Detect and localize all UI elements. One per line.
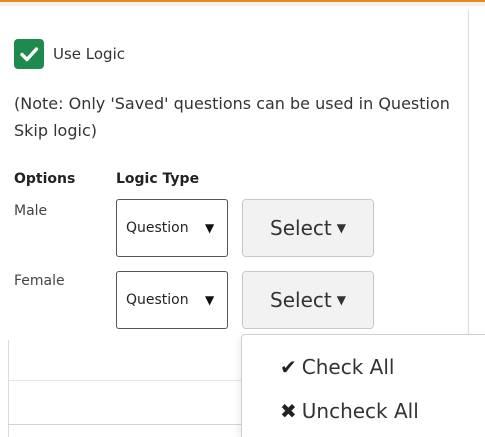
logic-type-select-male[interactable]: Question ▼: [116, 199, 228, 257]
panel-divider-left: [8, 340, 9, 437]
option-label-male: Male: [14, 203, 48, 219]
row-divider: [8, 380, 248, 381]
use-logic-checkbox[interactable]: [14, 39, 44, 69]
use-logic-toggle[interactable]: Use Logic: [14, 39, 125, 69]
option-label-female: Female: [14, 273, 65, 289]
uncheck-all-label: Uncheck All: [301, 399, 419, 423]
check-icon: ✔: [280, 355, 297, 379]
options-header: Options: [14, 171, 76, 187]
select-question-button-female[interactable]: Select ▼: [242, 271, 374, 329]
x-icon: ✖: [280, 399, 297, 423]
caret-down-icon: ▼: [336, 293, 346, 307]
dropdown-arrow-icon: ▼: [205, 221, 215, 235]
checkmark-icon: [20, 47, 39, 62]
select-dropdown-menu: ✔ Check All ✖ Uncheck All: [241, 334, 485, 437]
top-border: [0, 0, 485, 6]
row-divider: [8, 424, 248, 425]
panel-divider: [468, 10, 469, 340]
uncheck-all-item[interactable]: ✖ Uncheck All: [280, 399, 419, 423]
use-logic-label: Use Logic: [53, 45, 125, 63]
select-question-button-male[interactable]: Select ▼: [242, 199, 374, 257]
dropdown-arrow-icon: ▼: [205, 293, 215, 307]
select-button-label: Select: [270, 288, 332, 312]
check-all-item[interactable]: ✔ Check All: [280, 355, 394, 379]
logic-type-value: Question: [126, 292, 189, 308]
logic-type-select-female[interactable]: Question ▼: [116, 271, 228, 329]
logic-type-header: Logic Type: [116, 171, 200, 187]
check-all-label: Check All: [301, 355, 395, 379]
caret-down-icon: ▼: [336, 221, 346, 235]
logic-type-value: Question: [126, 220, 189, 236]
select-button-label: Select: [270, 216, 332, 240]
note-text: (Note: Only 'Saved' questions can be use…: [14, 94, 450, 140]
